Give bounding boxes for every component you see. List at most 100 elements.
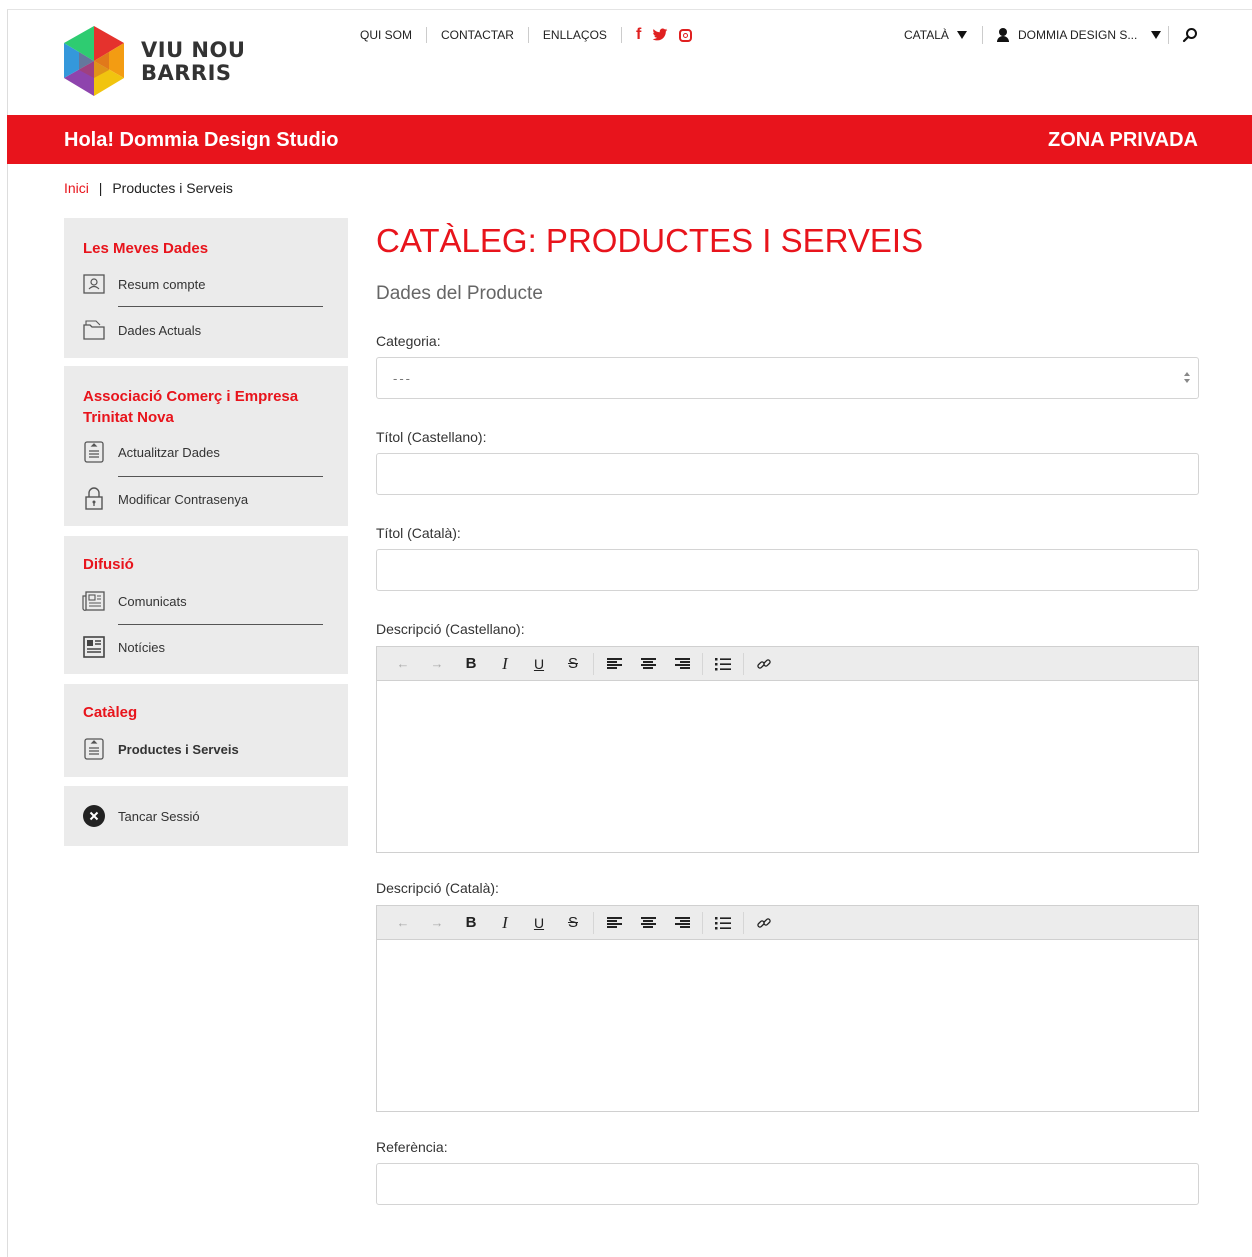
strikethrough-button[interactable]: S: [559, 910, 587, 936]
sidebar-divider: [118, 624, 323, 625]
sidebar-item-productes-i-serveis[interactable]: Productes i Serveis: [82, 737, 239, 761]
link-icon[interactable]: [750, 651, 778, 677]
category-label: Categoria:: [376, 333, 441, 349]
breadcrumb-separator: |: [98, 180, 103, 196]
sidebar-item-noticies[interactable]: Notícies: [82, 635, 165, 659]
desc-es-textarea[interactable]: [377, 681, 1198, 853]
desc-es-label: Descripció (Castellano):: [376, 621, 525, 637]
sidebar-item-label: Productes i Serveis: [118, 741, 239, 757]
bold-button[interactable]: B: [457, 651, 485, 677]
link-icon[interactable]: [750, 910, 778, 936]
title-ca-input[interactable]: [376, 549, 1199, 591]
sidebar-item-comunicats[interactable]: Comunicats: [82, 589, 187, 613]
section-subtitle: Dades del Producte: [376, 283, 543, 304]
toolbar-divider: [743, 911, 744, 934]
site-logo[interactable]: [64, 26, 124, 96]
italic-button[interactable]: I: [491, 651, 519, 677]
underline-button[interactable]: U: [525, 910, 553, 936]
sidebar-group-difusio: Difusió Comunicats Notícies: [64, 536, 348, 674]
toolbar-divider: [743, 652, 744, 675]
align-right-icon[interactable]: [668, 651, 696, 677]
editor-toolbar: ← → B I U S: [377, 647, 1198, 681]
align-right-icon[interactable]: [668, 910, 696, 936]
document-icon: [82, 737, 106, 761]
nav-link-contactar[interactable]: CONTACTAR: [427, 27, 529, 43]
sidebar-item-dades-actuals[interactable]: Dades Actuals: [82, 318, 201, 342]
bold-button[interactable]: B: [457, 910, 485, 936]
sidebar-item-label: Notícies: [118, 639, 165, 655]
language-selector[interactable]: CATALÀ: [904, 28, 967, 42]
top-navigation: QUI SOM CONTACTAR ENLLAÇOS f: [360, 26, 693, 44]
chevron-down-icon: [956, 31, 967, 39]
undo-icon[interactable]: ←: [389, 651, 417, 677]
sidebar-group-title: Difusió: [83, 556, 134, 573]
sidebar-group-cataleg: Catàleg Productes i Serveis: [64, 684, 348, 777]
italic-button[interactable]: I: [491, 910, 519, 936]
sidebar-item-label: Modificar Contrasenya: [118, 491, 249, 507]
nav-link-qui-som[interactable]: QUI SOM: [360, 27, 428, 43]
breadcrumb-home-link[interactable]: Inici: [64, 180, 89, 196]
language-label: CATALÀ: [904, 28, 949, 42]
nav-link-enllacos[interactable]: ENLLAÇOS: [529, 27, 622, 43]
desc-ca-label: Descripció (Català):: [376, 880, 499, 896]
sidebar-divider: [118, 476, 323, 477]
align-left-icon[interactable]: [600, 910, 628, 936]
user-icon: [996, 28, 1010, 42]
bullet-list-icon[interactable]: [709, 910, 737, 936]
private-zone-label: ZONA PRIVADA: [1048, 129, 1198, 151]
breadcrumb: Inici | Productes i Serveis: [64, 180, 233, 196]
logout-button[interactable]: Tancar Sessió: [82, 804, 200, 828]
sidebar-item-label: Dades Actuals: [118, 322, 202, 338]
twitter-icon[interactable]: [652, 28, 668, 42]
brand-name: VIU NOU BARRIS: [141, 39, 245, 85]
strikethrough-button[interactable]: S: [559, 651, 587, 677]
undo-icon[interactable]: ←: [389, 910, 417, 936]
redo-icon[interactable]: →: [423, 910, 451, 936]
editor-toolbar: ← → B I U S: [377, 906, 1198, 940]
reference-label: Referència:: [376, 1139, 448, 1155]
welcome-bar: Hola! Dommia Design Studio ZONA PRIVADA: [7, 115, 1252, 164]
align-center-icon[interactable]: [634, 910, 662, 936]
title-es-input[interactable]: [376, 453, 1199, 495]
desc-ca-editor: ← → B I U S: [376, 905, 1199, 1112]
category-select[interactable]: ---: [376, 357, 1199, 399]
instagram-icon[interactable]: [679, 28, 693, 42]
toolbar-divider: [702, 652, 703, 675]
toolbar-divider: [593, 911, 594, 934]
social-links: f: [636, 27, 693, 43]
user-menu[interactable]: DOMMIA DESIGN S...: [996, 28, 1162, 42]
redo-icon[interactable]: →: [423, 651, 451, 677]
header-divider: [982, 26, 983, 44]
desc-ca-textarea[interactable]: [377, 940, 1198, 1112]
underline-button[interactable]: U: [525, 651, 553, 677]
sidebar-item-actualitzar-dades[interactable]: Actualitzar Dades: [82, 440, 220, 464]
sidebar-group-title: Associació Comerç i Empresa Trinitat Nov…: [83, 388, 299, 426]
document-icon: [82, 440, 106, 464]
reference-input[interactable]: [376, 1163, 1199, 1205]
title-ca-label: Títol (Català):: [376, 525, 461, 541]
account-summary-icon: [82, 272, 106, 296]
select-arrows-icon: [1183, 370, 1191, 386]
search-icon[interactable]: [1182, 27, 1198, 43]
sidebar-item-label: Resum compte: [118, 276, 206, 292]
logout-panel: Tancar Sessió: [64, 786, 348, 846]
title-es-label: Títol (Castellano):: [376, 429, 487, 445]
bullet-list-icon[interactable]: [709, 651, 737, 677]
align-center-icon[interactable]: [634, 651, 662, 677]
newspaper-icon: [82, 589, 106, 613]
close-icon: [82, 804, 106, 828]
sidebar-item-modificar-contrasenya[interactable]: Modificar Contrasenya: [82, 487, 248, 511]
page-title: CATÀLEG: PRODUCTES I SERVEIS: [376, 222, 924, 259]
desc-es-editor: ← → B I U S: [376, 646, 1199, 853]
align-left-icon[interactable]: [600, 651, 628, 677]
folder-icon: [82, 318, 106, 342]
sidebar-item-resum-compte[interactable]: Resum compte: [82, 272, 205, 296]
chevron-down-icon: [1151, 31, 1162, 39]
sidebar-divider: [118, 306, 323, 307]
toolbar-divider: [593, 652, 594, 675]
category-value: ---: [393, 370, 412, 386]
logout-label: Tancar Sessió: [118, 808, 200, 824]
sidebar-group-les-meves-dades: Les Meves Dades Resum compte Dades Actua…: [64, 218, 348, 358]
facebook-icon[interactable]: f: [636, 27, 641, 43]
sidebar-group-title: Les Meves Dades: [83, 240, 209, 257]
